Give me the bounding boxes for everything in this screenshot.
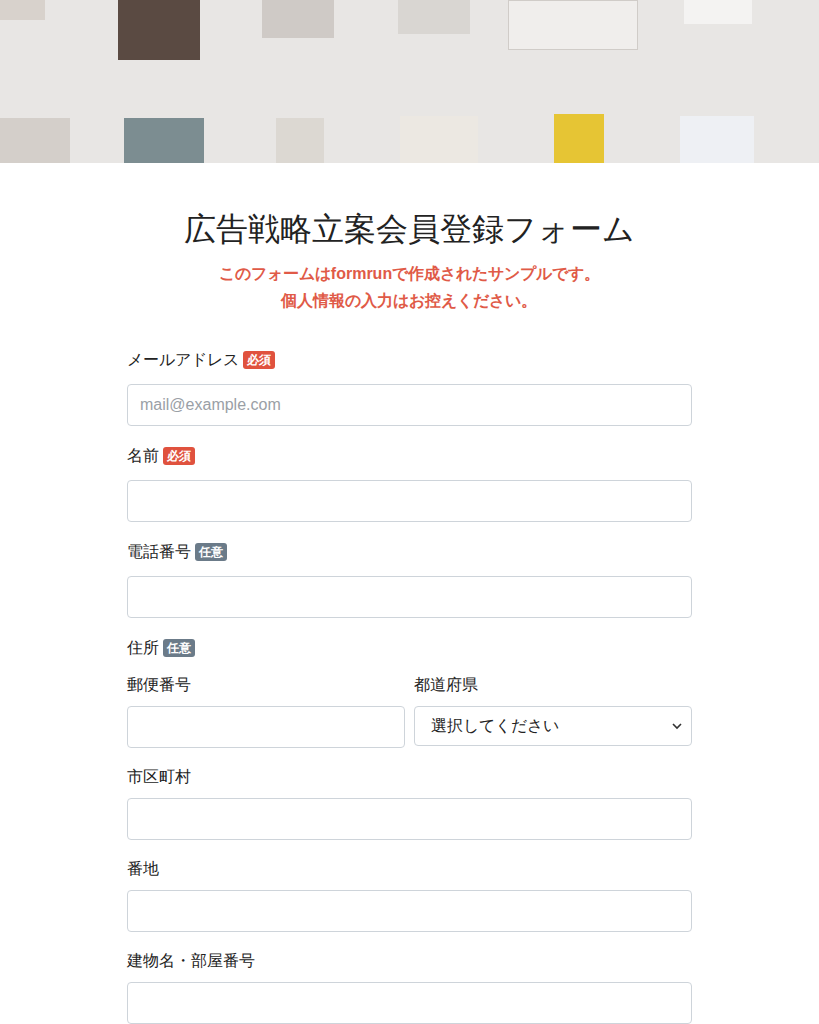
address-line-label: 番地 [127,857,692,881]
notice-line: 個人情報の入力はお控えください。 [281,287,537,314]
form-title: 広告戦略立案会員登録フォーム [184,209,635,249]
field-input[interactable] [127,576,692,618]
field-badge: 任意 [195,543,227,561]
field-input[interactable] [127,384,692,426]
field-label: メールアドレス [127,348,239,372]
notice-line: このフォームはformrunで作成されたサンプルです。 [219,260,600,287]
address-line-field: 市区町村 [127,765,692,840]
field-label-row: 電話番号任意 [127,540,692,564]
address-line-input[interactable] [127,890,692,932]
form-field: 名前必須 [127,444,692,522]
address-section: 住所任意郵便番号都道府県選択してください市区町村番地建物名・部屋番号 [127,636,692,1024]
prefecture-select[interactable]: 選択してください [414,706,692,746]
field-badge: 任意 [163,639,195,657]
prefecture-value: 選択してください [431,714,559,738]
field-label: 電話番号 [127,540,191,564]
address-row: 郵便番号都道府県選択してください [127,673,692,748]
field-label-row: 名前必須 [127,444,692,468]
form-header: 広告戦略立案会員登録フォームこのフォームはformrunで作成されたサンプルです… [127,163,692,348]
form-field: 電話番号任意 [127,540,692,618]
field-badge: 必須 [243,351,275,369]
form-notice: このフォームはformrunで作成されたサンプルです。個人情報の入力はお控えくだ… [219,260,600,314]
postal-field: 郵便番号 [127,673,405,748]
address-line-label: 建物名・部屋番号 [127,949,692,973]
chevron-down-icon [671,720,683,732]
postal-label: 郵便番号 [127,673,405,697]
address-label-row: 住所任意 [127,636,692,660]
address-line-label: 市区町村 [127,765,692,789]
address-line-input[interactable] [127,798,692,840]
address-line-field: 番地 [127,857,692,932]
field-label-row: メールアドレス必須 [127,348,692,372]
field-badge: 必須 [163,447,195,465]
postal-input[interactable] [127,706,405,748]
field-input[interactable] [127,480,692,522]
field-label: 名前 [127,444,159,468]
address-line-input[interactable] [127,982,692,1024]
header-photo [0,0,819,163]
address-label: 住所 [127,636,159,660]
prefecture-label: 都道府県 [414,673,692,697]
address-line-field: 建物名・部屋番号 [127,949,692,1024]
prefecture-field: 都道府県選択してください [414,673,692,748]
form-page: 広告戦略立案会員登録フォームこのフォームはformrunで作成されたサンプルです… [127,163,692,1024]
form-field: メールアドレス必須 [127,348,692,426]
